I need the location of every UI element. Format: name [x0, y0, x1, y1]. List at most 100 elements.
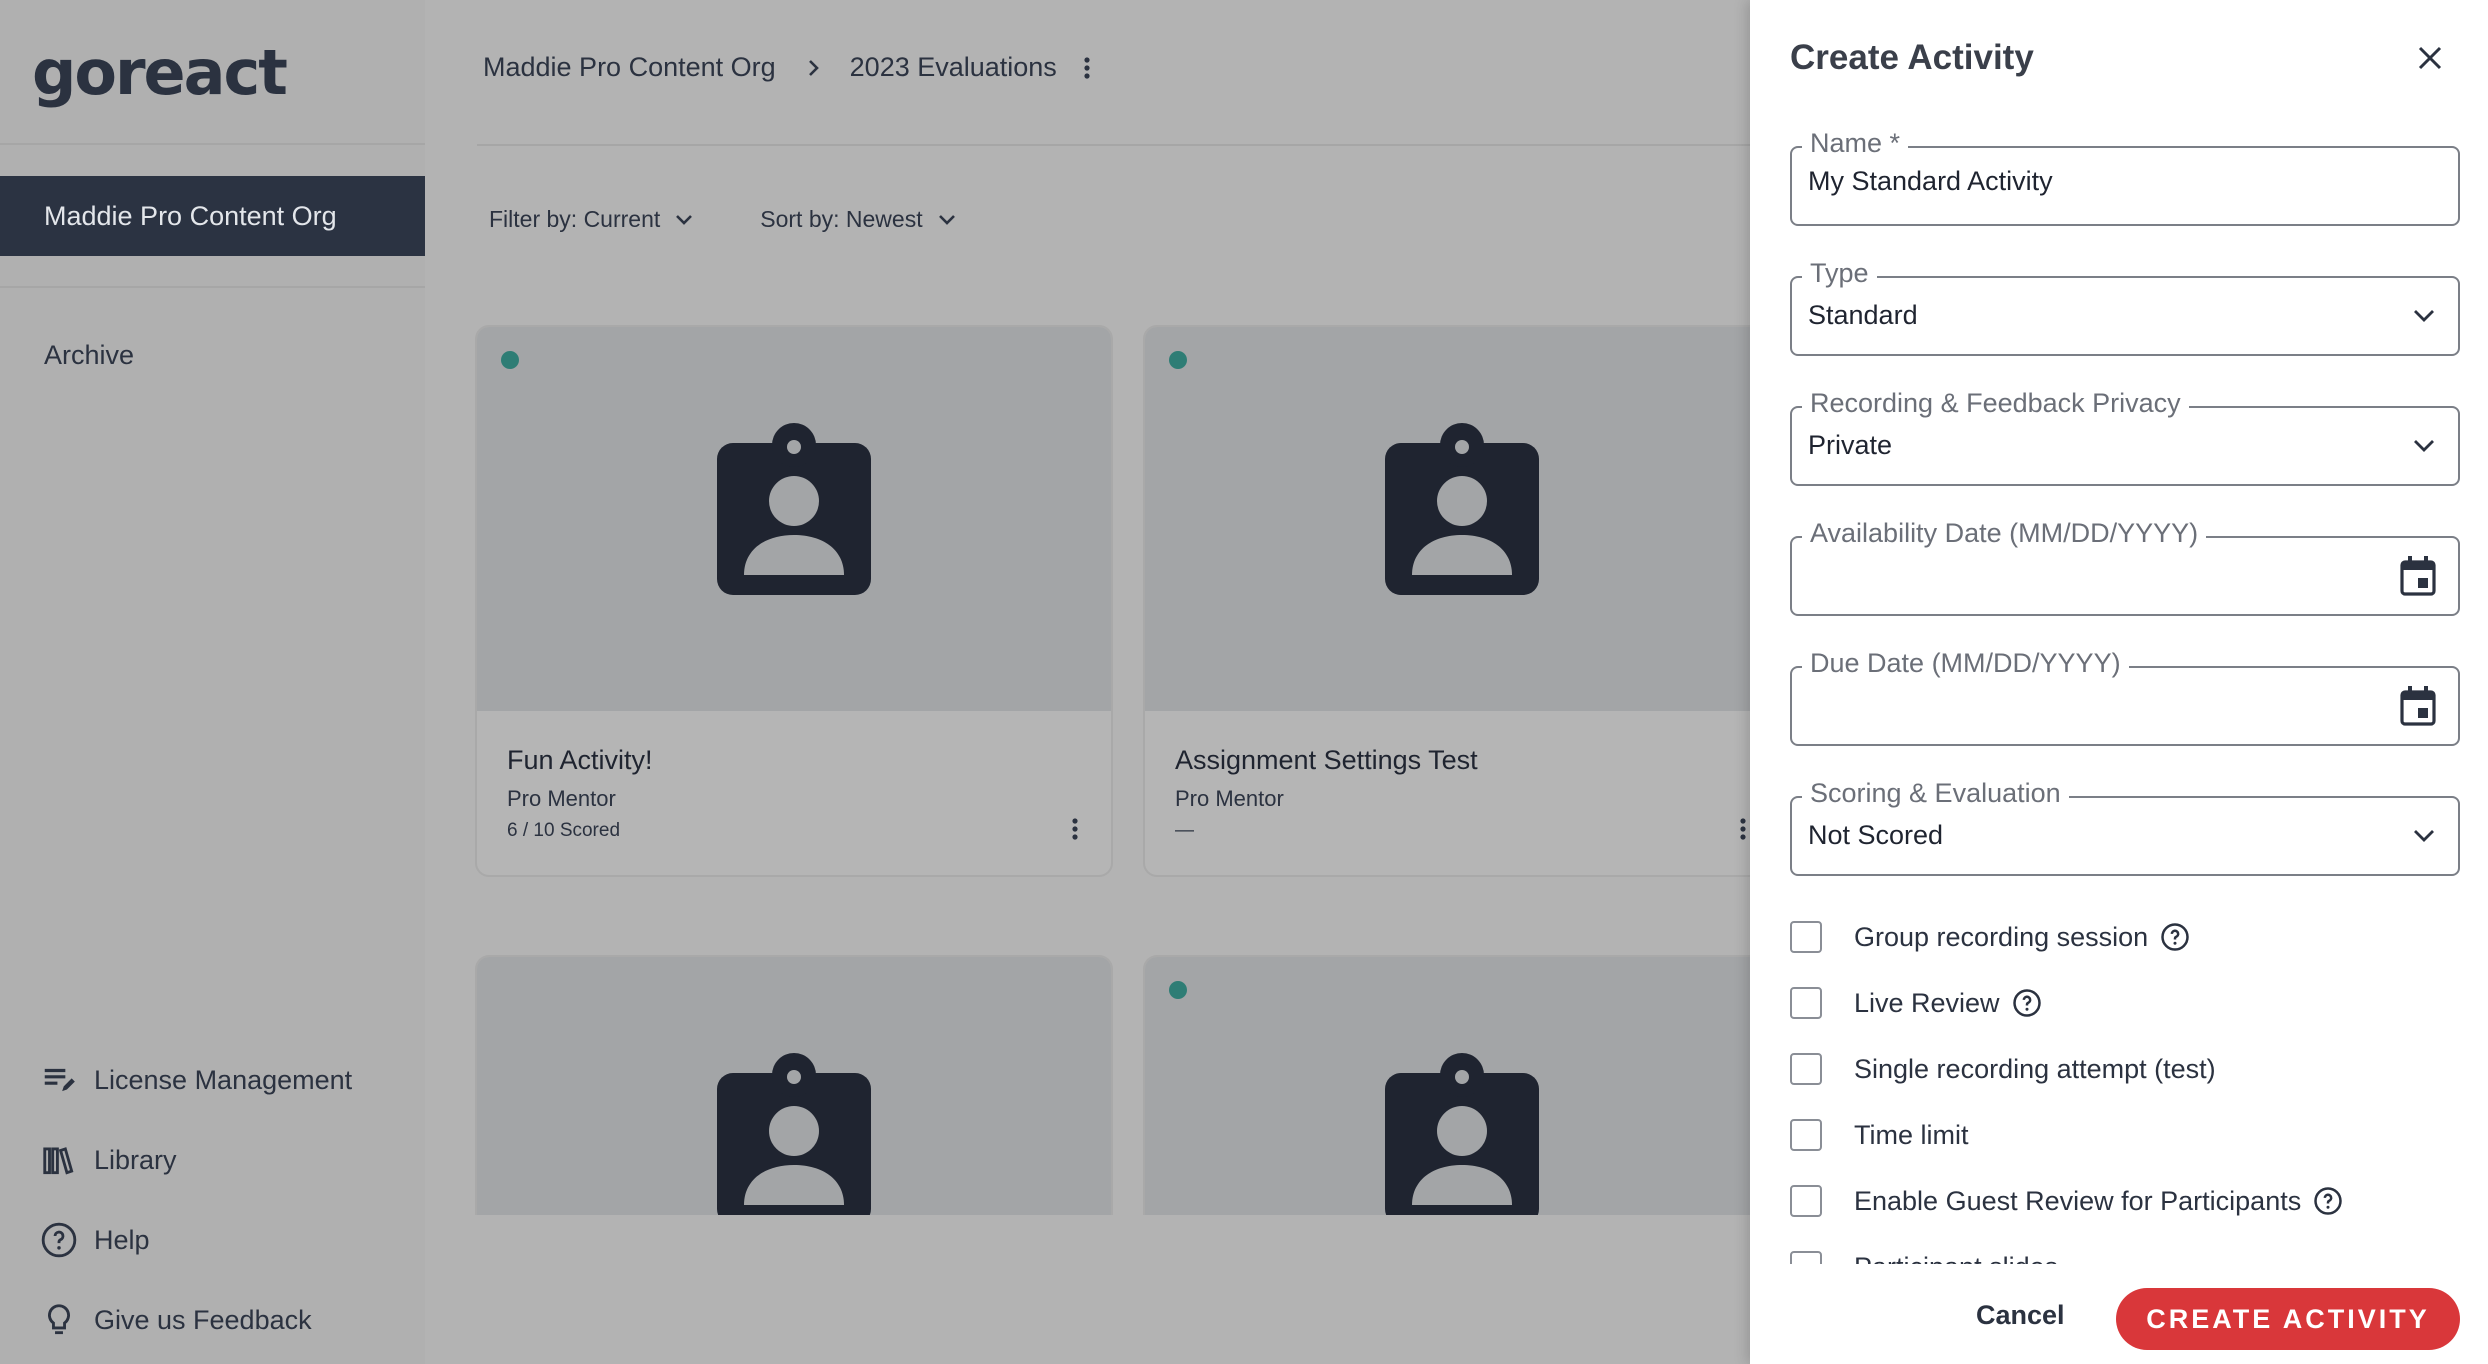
time-limit-checkbox[interactable]: Time limit: [1790, 1102, 2460, 1168]
close-icon: [2418, 46, 2442, 70]
privacy-selected-value: Private: [1808, 430, 1893, 460]
card-meta: 6 / 10 Scored: [507, 820, 621, 841]
privacy-select[interactable]: Recording & Feedback Privacy Private: [1790, 388, 2460, 486]
checkbox-label: Participant slides: [1854, 1252, 2058, 1265]
sort-label: Sort by: Newest: [760, 206, 923, 232]
goreact-logo[interactable]: goreact: [32, 36, 288, 109]
group-recording-checkbox[interactable]: Group recording session: [1790, 904, 2460, 970]
calendar-icon[interactable]: [2400, 686, 2436, 726]
activity-card[interactable]: [1143, 955, 1781, 1215]
activity-card[interactable]: Assignment Settings Test Pro Mentor —: [1143, 325, 1781, 877]
name-field-label: Name *: [1802, 128, 1909, 159]
card-thumbnail: [477, 327, 1111, 711]
chevron-right-icon: [806, 57, 820, 79]
scoring-select[interactable]: Scoring & Evaluation Not Scored: [1790, 778, 2460, 876]
assignment-badge-icon: [717, 423, 871, 595]
breadcrumb-folder[interactable]: 2023 Evaluations: [850, 52, 1057, 83]
card-thumbnail: [477, 957, 1111, 1215]
card-info: Fun Activity! Pro Mentor 6 / 10 Scored: [477, 711, 1111, 875]
single-attempt-checkbox[interactable]: Single recording attempt (test): [1790, 1036, 2460, 1102]
type-field-label: Type: [1802, 258, 1877, 289]
help-circle-icon: [41, 1222, 77, 1258]
sidebar-item-library[interactable]: Library: [40, 1120, 352, 1200]
filter-bar: Filter by: Current Sort by: Newest: [489, 206, 1023, 233]
activity-card[interactable]: [475, 955, 1113, 1215]
cancel-button[interactable]: Cancel: [1976, 1300, 2065, 1331]
card-title: Fun Activity!: [507, 745, 653, 775]
breadcrumb: Maddie Pro Content Org 2023 Evaluations: [483, 52, 1091, 83]
sidebar-item-help[interactable]: Help: [40, 1200, 352, 1280]
checkbox-box[interactable]: [1790, 1053, 1822, 1085]
checkbox-box[interactable]: [1790, 921, 1822, 953]
card-thumbnail: [1145, 327, 1779, 711]
status-dot: [1169, 981, 1187, 999]
due-date-label: Due Date (MM/DD/YYYY): [1802, 648, 2129, 679]
sidebar-divider: [0, 143, 425, 145]
sidebar: goreact Maddie Pro Content Org Archive L…: [0, 0, 425, 1364]
create-activity-button[interactable]: CREATE ACTIVITY: [2116, 1288, 2460, 1350]
sidebar-item-feedback[interactable]: Give us Feedback: [40, 1280, 352, 1360]
filter-label: Filter by: Current: [489, 206, 661, 232]
more-vert-icon[interactable]: [1083, 56, 1091, 80]
due-date-field[interactable]: Due Date (MM/DD/YYYY): [1790, 648, 2460, 746]
sidebar-item-label: Maddie Pro Content Org: [44, 200, 337, 231]
guest-review-checkbox[interactable]: Enable Guest Review for Participants: [1790, 1168, 2460, 1234]
card-thumbnail: [1145, 957, 1779, 1215]
sidebar-item-org[interactable]: Maddie Pro Content Org: [0, 176, 425, 256]
checkbox-box[interactable]: [1790, 1185, 1822, 1217]
card-subtitle: Pro Mentor: [1175, 786, 1284, 811]
help-circle-icon[interactable]: [2313, 1186, 2343, 1216]
filter-dropdown[interactable]: Filter by: Current: [489, 206, 694, 233]
chevron-down-icon: [2412, 308, 2436, 324]
status-dot: [1169, 351, 1187, 369]
checkbox-box[interactable]: [1790, 987, 1822, 1019]
scoring-field-label: Scoring & Evaluation: [1802, 778, 2069, 809]
more-vert-icon[interactable]: [1739, 817, 1747, 841]
help-circle-icon[interactable]: [2012, 988, 2042, 1018]
card-info: Assignment Settings Test Pro Mentor —: [1145, 711, 1779, 875]
activity-card[interactable]: Fun Activity! Pro Mentor 6 / 10 Scored: [475, 325, 1113, 877]
participant-slides-checkbox[interactable]: Participant slides: [1790, 1234, 2460, 1264]
checkbox-box[interactable]: [1790, 1119, 1822, 1151]
calendar-icon[interactable]: [2400, 556, 2436, 596]
checkbox-label: Single recording attempt (test): [1854, 1053, 2216, 1084]
scoring-selected-value: Not Scored: [1808, 820, 1944, 850]
name-input[interactable]: [1808, 166, 2408, 197]
breadcrumb-org[interactable]: Maddie Pro Content Org: [483, 52, 776, 83]
privacy-field-label: Recording & Feedback Privacy: [1802, 388, 2189, 419]
checkbox-label: Live Review: [1854, 987, 2000, 1018]
lightbulb-icon: [48, 1304, 70, 1335]
library-books-icon: [43, 1147, 74, 1175]
chevron-down-icon: [2412, 828, 2436, 844]
more-vert-icon[interactable]: [1071, 817, 1079, 841]
sort-dropdown[interactable]: Sort by: Newest: [760, 206, 956, 233]
sidebar-item-archive[interactable]: Archive: [44, 340, 134, 371]
main-content: Maddie Pro Content Org 2023 Evaluations …: [425, 0, 1781, 1364]
checkbox-box[interactable]: [1790, 1251, 1822, 1264]
sidebar-bottom-links: License Management Library Help Give us …: [40, 1040, 352, 1360]
help-circle-icon[interactable]: [2160, 922, 2190, 952]
close-button[interactable]: [2412, 40, 2448, 76]
checkbox-label: Group recording session: [1854, 921, 2149, 952]
card-title: Assignment Settings Test: [1175, 745, 1478, 775]
create-activity-panel: Create Activity Name * Type Standard Rec…: [1750, 0, 2488, 1364]
availability-date-label: Availability Date (MM/DD/YYYY): [1802, 518, 2207, 549]
checkbox-label: Time limit: [1854, 1119, 1969, 1150]
assignment-badge-icon: [717, 1053, 871, 1215]
chevron-down-icon: [676, 214, 693, 225]
chevron-down-icon: [938, 214, 955, 225]
sidebar-divider: [0, 286, 425, 288]
live-review-checkbox[interactable]: Live Review: [1790, 970, 2460, 1036]
type-selected-value: Standard: [1808, 300, 1918, 330]
card-meta: —: [1175, 820, 1194, 841]
name-field[interactable]: Name *: [1790, 128, 2460, 226]
sidebar-item-license-management[interactable]: License Management: [40, 1040, 352, 1120]
assignment-badge-icon: [1385, 423, 1539, 595]
license-list-icon: [44, 1068, 75, 1092]
sidebar-item-label: Library: [94, 1144, 177, 1175]
sidebar-item-label: Give us Feedback: [94, 1304, 312, 1335]
chevron-down-icon: [2412, 438, 2436, 454]
type-select[interactable]: Type Standard: [1790, 258, 2460, 356]
checkbox-label: Enable Guest Review for Participants: [1854, 1185, 2302, 1216]
availability-date-field[interactable]: Availability Date (MM/DD/YYYY): [1790, 518, 2460, 616]
